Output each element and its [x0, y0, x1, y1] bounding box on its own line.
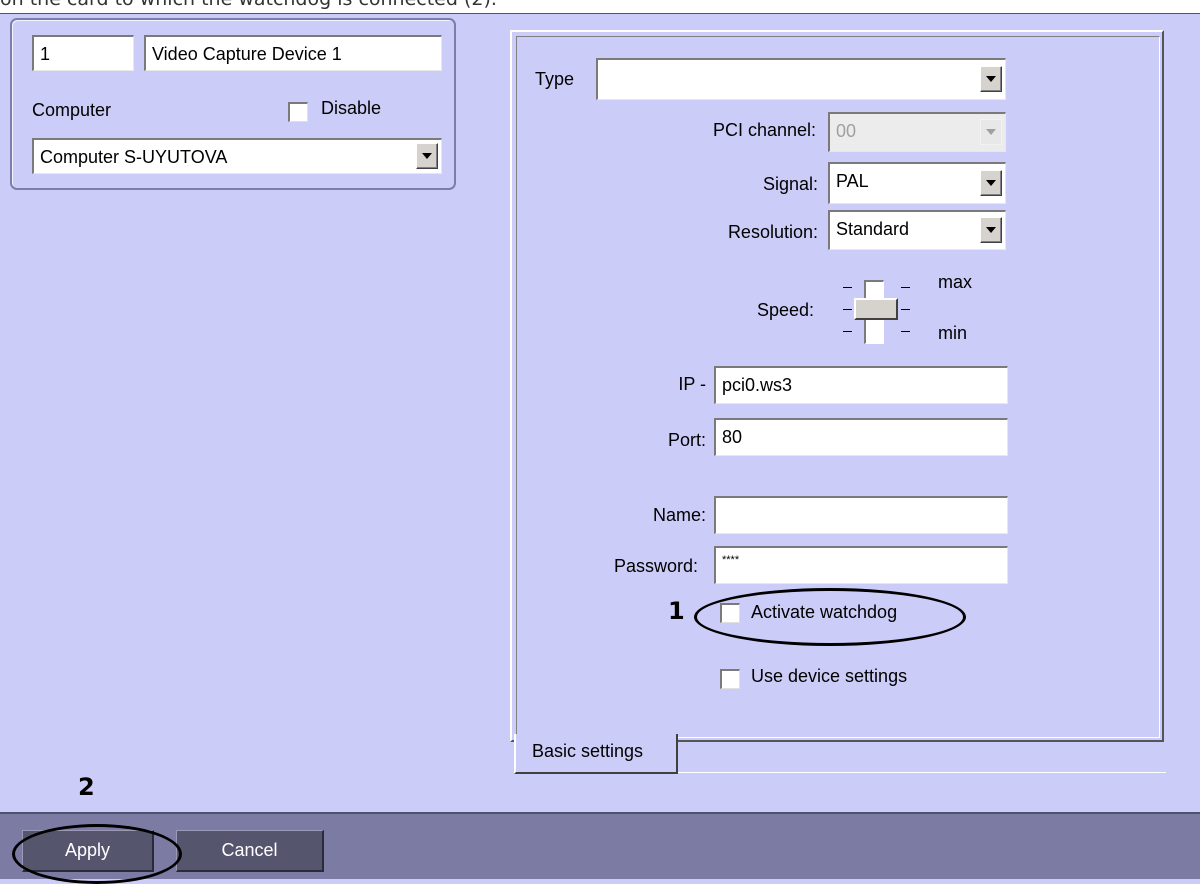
- speed-label: Speed:: [756, 300, 814, 320]
- password-field[interactable]: ****: [714, 546, 1008, 584]
- cancel-button[interactable]: Cancel: [176, 830, 324, 872]
- computer-dropdown-arrow-icon[interactable]: [416, 143, 438, 169]
- disable-checkbox[interactable]: [288, 102, 308, 122]
- annotation-number-2: 2: [78, 773, 95, 801]
- speed-tick-icon: [901, 331, 910, 332]
- speed-tick-icon: [901, 287, 910, 288]
- speed-max-label: max: [938, 272, 973, 292]
- resolution-select-value: Standard: [836, 219, 910, 239]
- computer-select-value: Computer S-UYUTOVA: [40, 147, 228, 167]
- speed-tick-icon: [843, 287, 852, 288]
- type-dropdown-arrow-icon[interactable]: [980, 66, 1002, 92]
- password-label: Password:: [613, 556, 698, 576]
- port-field[interactable]: 80: [714, 418, 1008, 456]
- signal-select-value: PAL: [836, 171, 869, 191]
- apply-highlight-ellipse: [12, 824, 182, 884]
- tab-basic-settings[interactable]: Basic settings: [514, 734, 678, 774]
- annotation-number-1: 1: [668, 597, 685, 625]
- ip-label: IP -: [678, 374, 706, 394]
- device-group-box: 1 Video Capture Device 1 Computer Disabl…: [10, 18, 456, 190]
- pci-channel-value: 00: [836, 121, 857, 141]
- computer-label: Computer: [32, 100, 112, 120]
- resolution-dropdown-arrow-icon[interactable]: [980, 217, 1002, 243]
- watchdog-highlight-ellipse: [694, 588, 966, 646]
- type-select[interactable]: [596, 58, 1006, 100]
- name-field[interactable]: [714, 496, 1008, 534]
- signal-dropdown-arrow-icon[interactable]: [980, 170, 1002, 196]
- pci-channel-dropdown-arrow-icon[interactable]: [980, 119, 1002, 145]
- resolution-label: Resolution:: [727, 222, 818, 242]
- type-label: Type: [535, 69, 575, 89]
- device-name-field[interactable]: Video Capture Device 1: [144, 35, 442, 71]
- pci-channel-label: PCI channel:: [712, 120, 816, 140]
- speed-tick-icon: [901, 309, 910, 310]
- use-device-settings-checkbox[interactable]: [720, 669, 740, 689]
- ip-field[interactable]: pci0.ws3: [714, 366, 1008, 404]
- document-caption: on the card to which the watchdog is con…: [0, 0, 1200, 14]
- speed-slider-thumb[interactable]: [854, 298, 898, 320]
- port-label: Port:: [667, 430, 706, 450]
- speed-tick-icon: [843, 331, 852, 332]
- signal-label: Signal:: [762, 174, 818, 194]
- speed-tick-icon: [843, 309, 852, 310]
- speed-min-label: min: [938, 323, 968, 343]
- tab-strip-line: [676, 772, 1166, 773]
- caption-text: on the card to which the watchdog is con…: [0, 0, 497, 10]
- bottom-button-bar: Apply Cancel: [0, 812, 1200, 884]
- disable-label: Disable: [321, 98, 382, 118]
- use-device-settings-label: Use device settings: [751, 666, 908, 686]
- device-id-field[interactable]: 1: [32, 35, 134, 71]
- name-label: Name:: [652, 505, 706, 525]
- computer-select[interactable]: Computer S-UYUTOVA: [32, 138, 442, 174]
